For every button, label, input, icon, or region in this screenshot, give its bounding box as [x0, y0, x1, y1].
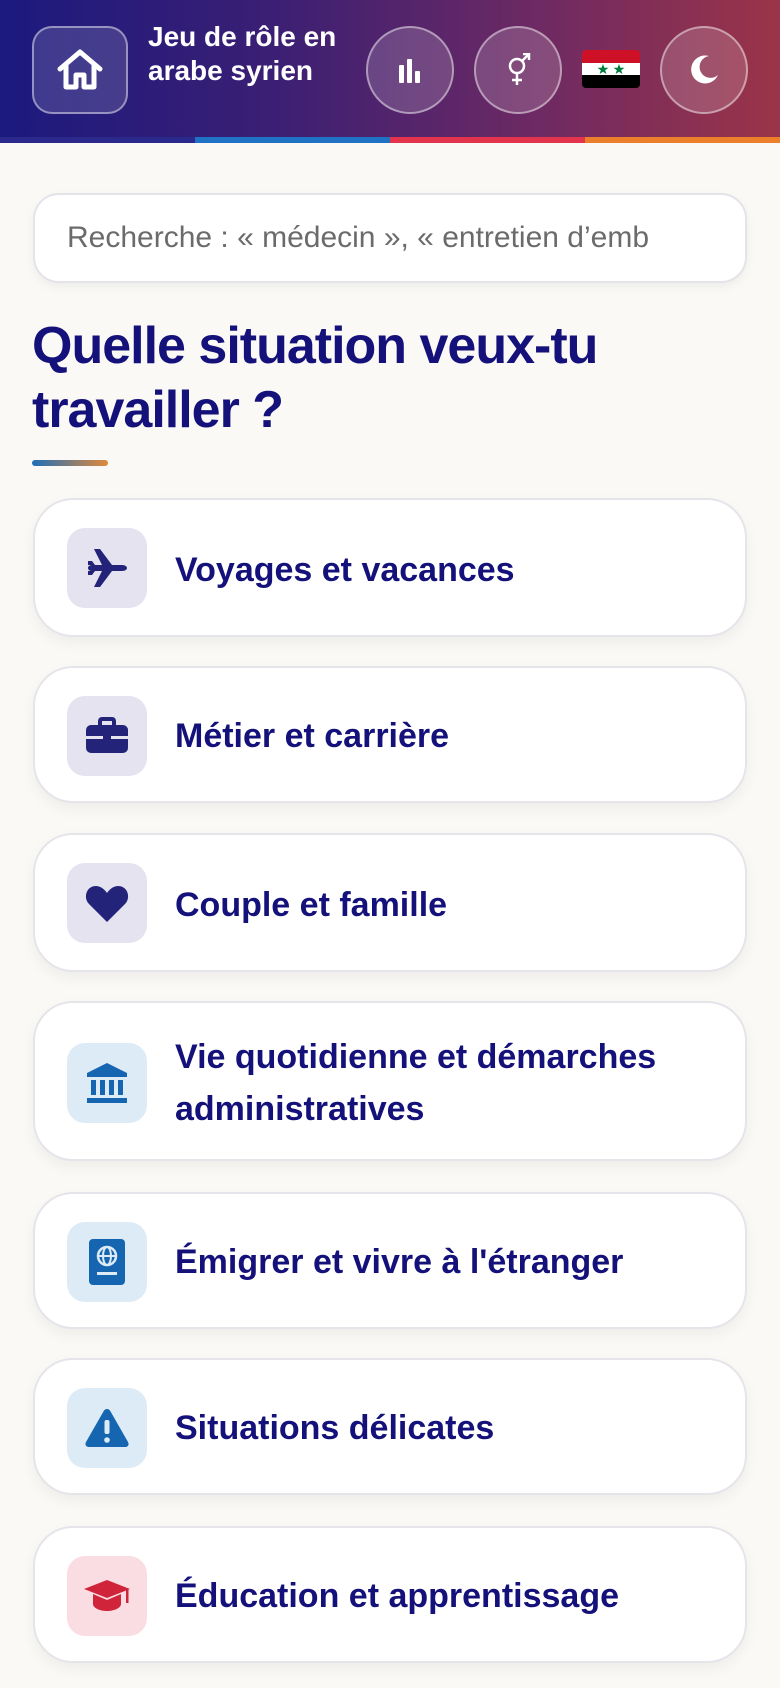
title-underline	[32, 460, 108, 466]
theme-toggle-button[interactable]	[660, 26, 748, 114]
category-label: Vie quotidienne et démarches administrat…	[175, 1038, 657, 1128]
home-icon	[57, 49, 103, 90]
bar-chart-icon	[399, 59, 420, 83]
home-button[interactable]	[32, 26, 128, 114]
category-label: Métier et carrière	[175, 717, 450, 755]
category-card-daily-life[interactable]: Vie quotidienne et démarches administrat…	[33, 1001, 747, 1161]
page-title: Quelle situation veux-tu travailler ?	[32, 317, 598, 439]
category-card-family[interactable]: Couple et famille	[33, 833, 747, 972]
airplane-icon-box	[67, 528, 147, 608]
category-label: Couple et famille	[175, 886, 448, 924]
gender-button[interactable]	[474, 26, 562, 114]
category-label: Éducation et apprentissage	[175, 1577, 619, 1615]
moon-icon	[691, 55, 718, 84]
bank-icon	[87, 1063, 127, 1103]
header-color-stripe	[0, 137, 780, 143]
passport-icon	[89, 1239, 125, 1285]
category-card-delicate[interactable]: Situations délicates	[33, 1358, 747, 1495]
warning-icon-box	[67, 1388, 147, 1468]
airplane-icon	[88, 549, 127, 587]
passport-icon-box	[67, 1222, 147, 1302]
category-label: Voyages et vacances	[175, 551, 515, 589]
category-label: Émigrer et vivre à l'étranger	[175, 1243, 624, 1281]
graduation-cap-icon-box	[67, 1556, 147, 1636]
briefcase-icon-box	[67, 696, 147, 776]
heart-icon	[85, 886, 129, 922]
category-card-career[interactable]: Métier et carrière	[33, 666, 747, 803]
warning-icon	[85, 1409, 129, 1447]
category-card-education[interactable]: Éducation et apprentissage	[33, 1526, 747, 1663]
gender-icon	[508, 53, 531, 85]
stats-button[interactable]	[366, 26, 454, 114]
category-label: Situations délicates	[175, 1409, 495, 1447]
app-header: Jeu de rôle en arabe syrien	[0, 0, 780, 143]
category-card-emigration[interactable]: Émigrer et vivre à l'étranger	[33, 1192, 747, 1329]
app-title: Jeu de rôle en arabe syrien	[148, 21, 337, 86]
search-input[interactable]: Recherche : « médecin », « entretien d’e…	[33, 193, 747, 283]
heart-icon-box	[67, 863, 147, 943]
briefcase-icon	[86, 717, 128, 753]
graduation-cap-icon	[84, 1580, 130, 1611]
syria-flag-icon[interactable]	[582, 50, 640, 88]
category-card-travel[interactable]: Voyages et vacances	[33, 498, 747, 637]
bank-icon-box	[67, 1043, 147, 1123]
search-placeholder: Recherche : « médecin », « entretien d’e…	[67, 221, 649, 254]
